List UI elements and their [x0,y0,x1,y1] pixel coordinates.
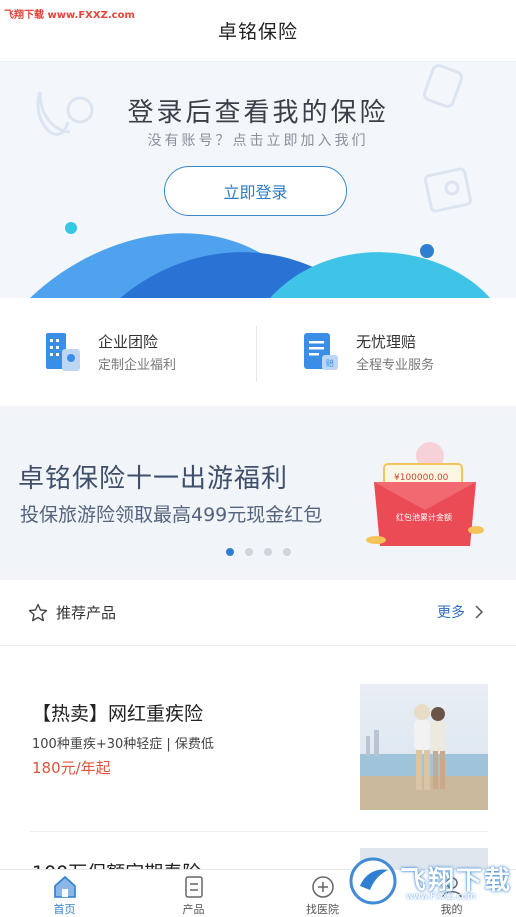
page-title: 卓铭保险 [217,21,298,43]
tab-label: 我的 [440,903,463,916]
chevron-right-icon[interactable] [474,604,484,620]
claim-document-icon: 赔 [304,333,338,370]
product-price: 180元/年起 [32,759,111,777]
hero-title: 登录后查看我的保险 [127,98,389,128]
carousel-dot[interactable] [282,548,291,556]
service-desc: 定制企业福利 [98,358,177,373]
service-enterprise-group[interactable]: 企业团险 定制企业福利 [0,298,258,406]
banner-title: 卓铭保险十一出游福利 [18,464,289,494]
wave-shape [270,252,490,298]
envelope-amount: ¥100000.00 [394,473,449,483]
service-shortcuts: 企业团险 定制企业福利 赔 无忧理赔 全程专业服务 [0,298,516,406]
section-gap [0,406,516,416]
watermark-text: 飞翔下载 www.FXXZ.com [4,10,135,21]
product-card[interactable]: 【热卖】网红重疾险 100种重疾+30种轻症 | 保费低 180元/年起 [0,647,516,832]
svg-text:赔: 赔 [326,358,334,368]
tab-label: 首页 [53,903,76,916]
carousel-indicator[interactable] [0,548,516,556]
red-envelope-illustration [366,442,484,546]
service-claims[interactable]: 赔 无忧理赔 全程专业服务 [258,298,516,406]
carousel-dot[interactable] [263,548,272,556]
deco-dot [65,222,77,234]
hero-subtitle: 没有账号？点击立即加入我们 [147,133,369,149]
banner-subtitle: 投保旅游险领取最高499元现金红包 [20,504,323,526]
tab-label: 产品 [182,903,205,916]
login-button[interactable]: 立即登录 [164,166,347,216]
envelope-label: 红包池累计金额 [396,513,452,522]
medical-card-icon [423,167,473,213]
watermark-logo-icon [349,857,397,905]
login-hero: 登录后查看我的保险 没有账号？点击立即加入我们 立即登录 [0,62,516,298]
service-title: 无忧理赔 [356,333,417,351]
recommend-title: 推荐产品 [56,604,117,622]
enterprise-building-icon [46,333,80,371]
carousel-dot[interactable] [225,548,234,556]
star-icon [28,603,48,622]
divider [30,831,488,832]
product-image [360,684,488,810]
divider [256,326,257,382]
tab-products[interactable]: 产品 [129,870,258,917]
product-title: 【热卖】网红重疾险 [32,703,204,725]
home-icon [53,875,76,898]
deco-dot [420,244,434,258]
recommend-header: 推荐产品 更多 [0,580,516,646]
hospital-cross-icon [311,876,334,898]
section-gap [0,566,516,580]
service-title: 企业团险 [98,333,159,351]
service-desc: 全程专业服务 [356,358,435,373]
tab-home[interactable]: 首页 [0,870,129,917]
app-screen: 卓铭保险 飞翔下载 www.FXXZ.com 登录后查看我的保险 没有账号？点击… [0,0,516,917]
watermark-url: www.FXXZ.com [406,892,476,902]
tab-label: 找医院 [306,903,339,916]
more-link[interactable]: 更多 [437,602,465,622]
promo-banner[interactable]: 卓铭保险十一出游福利 投保旅游险领取最高499元现金红包 ¥100000.00 … [0,416,516,566]
product-list-icon [184,876,203,898]
carousel-dot[interactable] [244,548,253,556]
product-desc: 100种重疾+30种轻症 | 保费低 [32,737,214,752]
